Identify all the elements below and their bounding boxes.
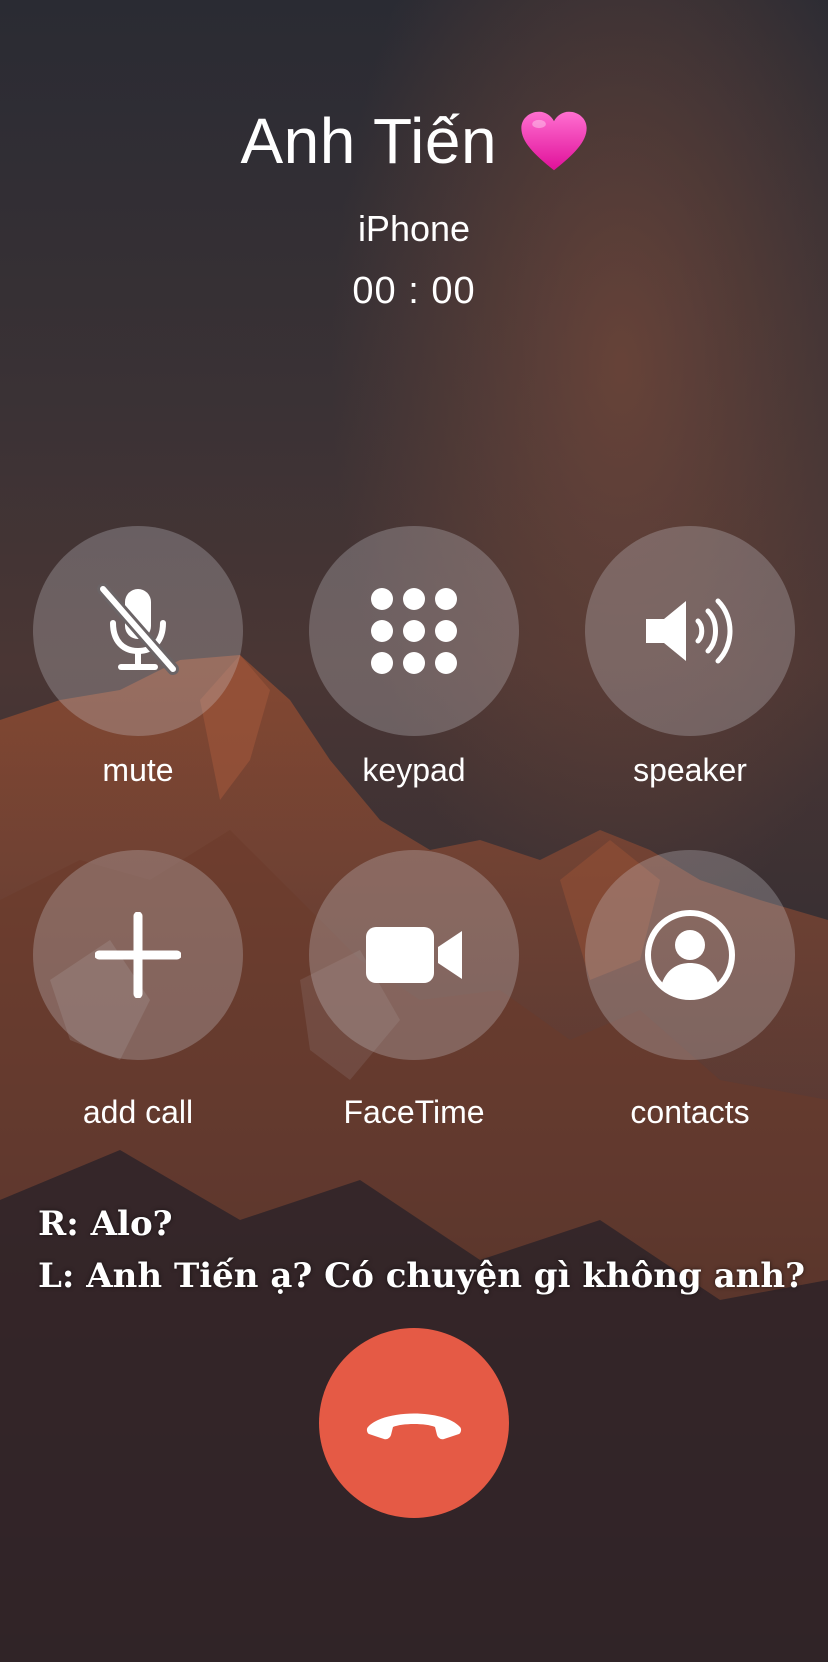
- mute-label: mute: [102, 752, 174, 788]
- keypad-dots-icon: [371, 588, 457, 674]
- keypad-button[interactable]: [309, 526, 519, 736]
- contacts-label: contacts: [630, 1094, 750, 1130]
- microphone-off-icon: [97, 583, 179, 675]
- dialogue-transcript: R: Alo? L: Anh Tiến ạ? Có chuyện gì khôn…: [38, 1198, 805, 1302]
- call-source: iPhone: [357, 208, 471, 249]
- call-timer: 00 : 00: [352, 270, 476, 312]
- contacts-button[interactable]: [585, 850, 795, 1060]
- facetime-button[interactable]: [309, 850, 519, 1060]
- speaker-label: speaker: [633, 752, 747, 788]
- end-call-button[interactable]: [319, 1328, 509, 1518]
- video-camera-icon: [366, 927, 462, 983]
- add-call-label: add call: [82, 1094, 194, 1130]
- facetime-label: FaceTime: [343, 1094, 485, 1130]
- plus-icon: [95, 912, 181, 998]
- pink-heart-icon: [520, 111, 587, 171]
- speaker-button[interactable]: [585, 526, 795, 736]
- contact-name-row: Anh Tiến: [0, 104, 828, 178]
- transcript-line: L: Anh Tiến ạ? Có chuyện gì không anh?: [38, 1256, 806, 1296]
- mute-button[interactable]: [33, 526, 243, 736]
- contact-person-icon: [645, 910, 735, 1000]
- phone-hangup-icon: [366, 1413, 462, 1440]
- add-call-button[interactable]: [33, 850, 243, 1060]
- transcript-line: R: Alo?: [38, 1204, 173, 1244]
- speaker-icon: [646, 598, 733, 664]
- contact-name: Anh Tiến: [240, 105, 498, 177]
- keypad-label: keypad: [362, 752, 466, 788]
